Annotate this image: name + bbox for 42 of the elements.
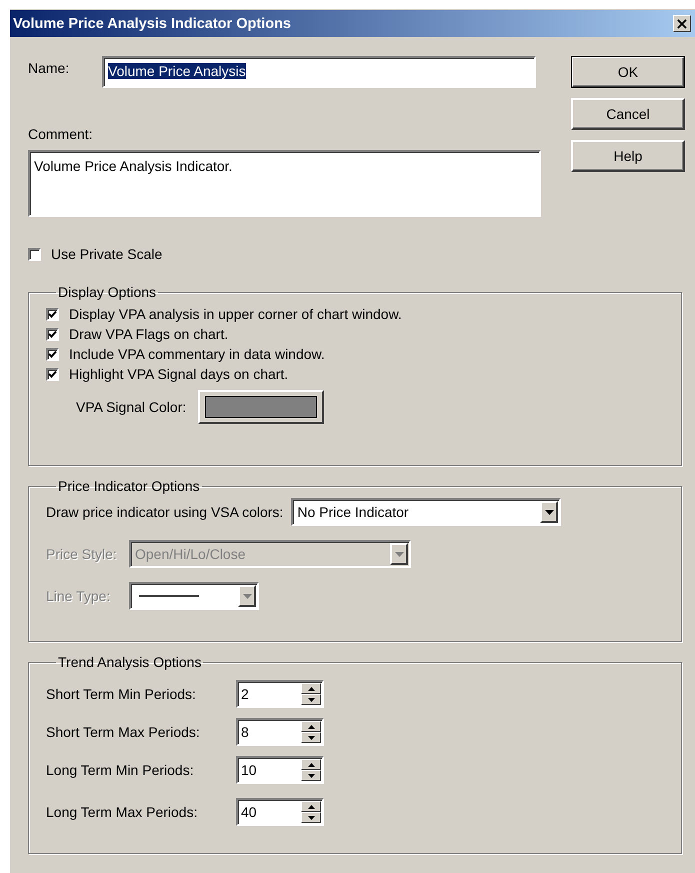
window-title: Volume Price Analysis Indicator Options [13, 16, 291, 32]
checkbox-label: Draw VPA Flags on chart. [69, 326, 228, 342]
group-title: Display Options [57, 284, 158, 300]
checkbox[interactable] [46, 368, 59, 380]
checkbox[interactable] [28, 248, 41, 260]
field-label: Line Type: [46, 588, 112, 604]
spin-arrows-icon [301, 801, 321, 823]
checkbox-label: Display VPA analysis in upper corner of chart window. [69, 306, 402, 322]
dialog-button[interactable]: Help [571, 140, 685, 172]
spin-arrows-icon [301, 759, 321, 781]
group-title: Price Indicator Options [57, 478, 201, 494]
comment-label: Comment: [28, 126, 94, 142]
checkbox-label: Use Private Scale [51, 246, 162, 262]
spin-field[interactable]: 2 [236, 680, 324, 708]
name-field[interactable]: Volume Price Analysis [102, 56, 536, 88]
comment-field[interactable]: Volume Price Analysis Indicator. [28, 150, 541, 217]
field-label: Short Term Min Periods: [46, 686, 197, 702]
checkbox[interactable] [46, 328, 59, 340]
dialog-button[interactable]: Cancel [571, 98, 685, 130]
dropdown[interactable] [129, 582, 259, 610]
checkbox-label: Include VPA commentary in data window. [69, 346, 325, 362]
close-button[interactable]: × [673, 15, 691, 32]
dropdown[interactable]: No Price Indicator [291, 498, 562, 526]
name-label: Name: [28, 59, 70, 76]
color-button[interactable] [198, 390, 324, 424]
color-label: VPA Signal Color: [76, 399, 186, 415]
field-label: Price Style: [46, 546, 118, 562]
field-label: Long Term Min Periods: [46, 762, 195, 778]
field-label: Long Term Max Periods: [46, 804, 198, 820]
spin-field[interactable]: 10 [236, 756, 324, 784]
checkbox-label: Highlight VPA Signal days on chart. [69, 366, 288, 382]
field-label: Draw price indicator using VSA colors: [46, 504, 284, 520]
spin-arrows-icon [301, 683, 321, 705]
dialog-button[interactable]: OK [571, 56, 685, 88]
spin-arrows-icon [301, 721, 321, 743]
group-title: Trend Analysis Options [57, 654, 202, 670]
checkbox[interactable] [46, 308, 59, 320]
spin-field[interactable]: 40 [236, 798, 324, 826]
field-label: Short Term Max Periods: [46, 724, 201, 740]
checkbox[interactable] [46, 348, 59, 360]
spin-field[interactable]: 8 [236, 718, 324, 746]
line-style-icon [139, 594, 199, 598]
